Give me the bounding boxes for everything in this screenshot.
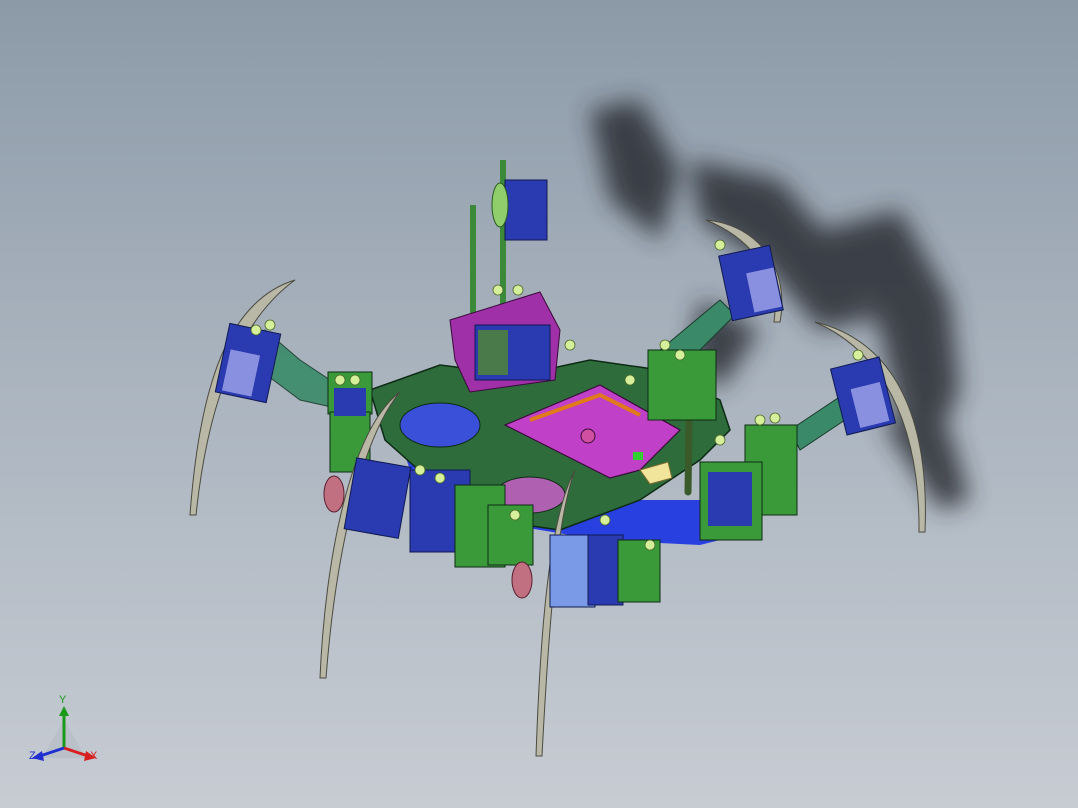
hexapod-robot-model[interactable]: [0, 0, 1078, 808]
plate-hole: [399, 402, 481, 448]
graphics-viewport[interactable]: X Y Z: [0, 0, 1078, 808]
x-axis-label: X: [90, 750, 98, 762]
y-axis-label: Y: [59, 694, 67, 706]
z-axis-label: Z: [29, 750, 36, 762]
head-pan-tilt-mount: [449, 160, 561, 393]
leg-left-rear: [189, 279, 373, 516]
leg-right-rear: [647, 219, 784, 421]
view-orientation-triad[interactable]: X Y Z: [22, 692, 112, 772]
